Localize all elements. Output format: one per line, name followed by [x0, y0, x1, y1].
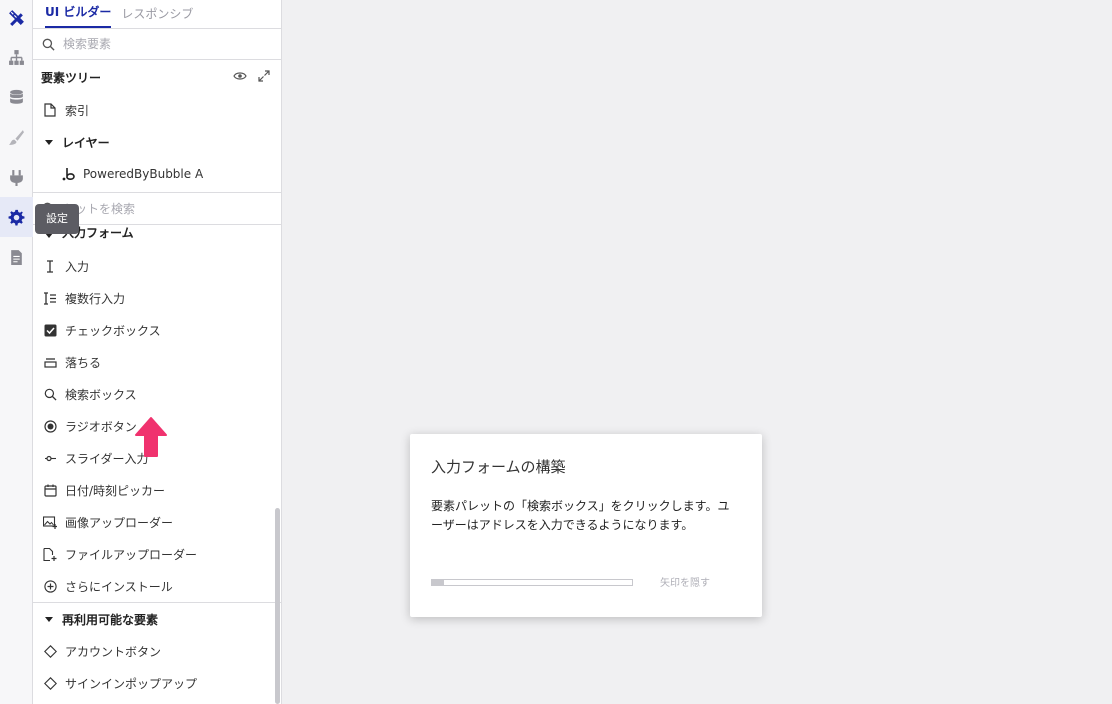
- element-search-input[interactable]: [63, 37, 253, 51]
- element-palette: UI ビルダー レスポンシブ 要素ツリー 索引 レイヤー PoweredByBu…: [33, 0, 282, 704]
- palette-item-label: アカウントボタン: [65, 644, 162, 659]
- plugins-tab[interactable]: [0, 157, 33, 197]
- tour-progress-bar: [431, 579, 633, 586]
- palette-item-signin-popup[interactable]: サインインポップアップ: [33, 667, 281, 699]
- reusable-elements-header[interactable]: 再利用可能な要素: [33, 603, 281, 635]
- tree-item-label: PoweredByBubble A: [83, 167, 204, 181]
- text-cursor-icon: [43, 259, 57, 273]
- palette-item-image-uploader[interactable]: 画像アップローダー: [33, 506, 281, 538]
- palette-scrollbar[interactable]: [275, 508, 280, 704]
- palette-item-checkbox[interactable]: チェックボックス: [33, 314, 281, 346]
- design-tab[interactable]: [0, 0, 33, 37]
- diamond-icon: [43, 644, 57, 658]
- search-icon: [42, 38, 55, 51]
- plus-circle-icon: [43, 579, 57, 593]
- element-search: [33, 29, 281, 60]
- tree-item-index[interactable]: 索引: [33, 94, 281, 126]
- icon-rail: [0, 0, 33, 704]
- search-icon: [43, 387, 57, 401]
- data-icon: [10, 89, 23, 104]
- palette-item-label: 複数行入力: [65, 291, 126, 306]
- palette-item-account-button[interactable]: アカウントボタン: [33, 635, 281, 667]
- pointer-arrow-icon: [135, 417, 167, 457]
- palette-item-label: ファイルアップローダー: [65, 547, 198, 562]
- palette-item-dropdown[interactable]: 落ちる: [33, 346, 281, 378]
- reusable-elements-title: 再利用可能な要素: [62, 612, 159, 627]
- palette-item-search-box[interactable]: 検索ボックス: [33, 378, 281, 410]
- element-tree-header: 要素ツリー: [33, 60, 281, 94]
- calendar-icon: [43, 483, 57, 497]
- bubble-logo-icon: [61, 167, 75, 181]
- multiline-input-icon: [43, 291, 57, 305]
- tree-item-layers[interactable]: レイヤー: [33, 126, 281, 158]
- logs-tab[interactable]: [0, 237, 33, 277]
- asset-search-input[interactable]: [63, 201, 253, 216]
- palette-item-label: 日付/時刻ピッカー: [65, 483, 166, 498]
- palette-item-label: ラジオボタン: [65, 419, 137, 434]
- caret-down-icon: [45, 616, 53, 622]
- tab-responsive[interactable]: レスポンシブ: [121, 5, 193, 28]
- settings-tooltip: 設定: [35, 204, 79, 234]
- styles-tab[interactable]: [0, 117, 33, 157]
- image-upload-icon: [43, 515, 57, 529]
- tour-card: 入力フォームの構築 要素パレットの「検索ボックス」をクリックします。ユーザーはア…: [410, 434, 762, 617]
- brush-icon: [9, 129, 24, 145]
- data-tab[interactable]: [0, 77, 33, 117]
- diamond-icon: [43, 676, 57, 690]
- checkbox-icon: [43, 323, 57, 337]
- tree-item-label: 索引: [65, 103, 90, 118]
- tree-item-powered-by-bubble[interactable]: PoweredByBubble A: [33, 158, 281, 190]
- tour-title: 入力フォームの構築: [431, 458, 566, 476]
- palette-item-date-time-picker[interactable]: 日付/時刻ピッカー: [33, 474, 281, 506]
- file-upload-icon: [43, 547, 57, 561]
- palette-item-install-more[interactable]: さらにインストール: [33, 570, 281, 602]
- expand-icon[interactable]: [257, 69, 271, 83]
- palette-item-label: さらにインストール: [65, 579, 173, 594]
- dropdown-icon: [43, 355, 57, 369]
- palette-item-label: サインインポップアップ: [65, 676, 198, 691]
- palette-tabs: UI ビルダー レスポンシブ: [33, 0, 281, 29]
- radio-icon: [43, 419, 57, 433]
- structure-icon: [9, 49, 24, 65]
- palette-item-label: 落ちる: [65, 355, 102, 370]
- tab-ui-builder[interactable]: UI ビルダー: [45, 3, 112, 28]
- tree-item-label: レイヤー: [62, 135, 110, 150]
- tour-progress-fill: [432, 580, 444, 585]
- tour-body: 要素パレットの「検索ボックス」をクリックします。ユーザーはアドレスを入力できるよ…: [431, 499, 730, 532]
- palette-item-label: チェックボックス: [65, 323, 161, 338]
- palette-item-label: 画像アップローダー: [65, 515, 174, 530]
- element-tree-title: 要素ツリー: [41, 70, 102, 85]
- gear-icon: [8, 209, 25, 225]
- caret-down-icon: [45, 139, 53, 145]
- settings-tab[interactable]: [0, 197, 33, 237]
- slider-icon: [43, 451, 57, 465]
- structure-tab[interactable]: [0, 37, 33, 77]
- palette-item-label: 入力: [65, 259, 90, 274]
- eye-icon[interactable]: [233, 69, 247, 83]
- plug-icon: [10, 169, 23, 186]
- design-icon: [9, 9, 24, 26]
- palette-item-file-uploader[interactable]: ファイルアップローダー: [33, 538, 281, 570]
- palette-item-input[interactable]: 入力: [33, 250, 281, 282]
- palette-item-multiline-input[interactable]: 複数行入力: [33, 282, 281, 314]
- document-icon: [11, 249, 22, 265]
- page-icon: [43, 103, 57, 117]
- hide-arrow-button[interactable]: 矢印を隠す: [660, 574, 710, 589]
- palette-item-label: 検索ボックス: [65, 387, 137, 402]
